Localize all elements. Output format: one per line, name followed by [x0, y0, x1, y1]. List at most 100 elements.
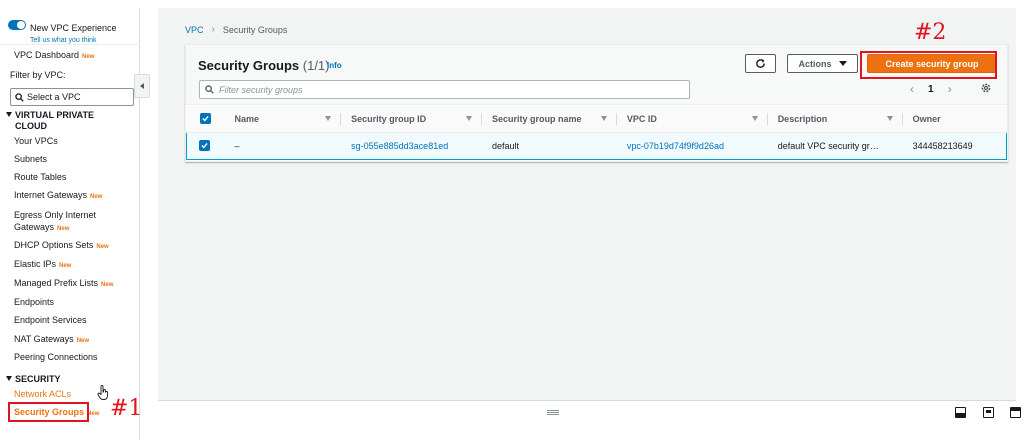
sort-caret-icon — [886, 116, 893, 122]
sidebar-item-internet-gateways[interactable]: Internet Gateways New — [14, 190, 102, 200]
column-label: Description — [777, 113, 828, 124]
sidebar-item-label: Route Tables — [14, 172, 67, 182]
info-link[interactable]: Info — [327, 61, 342, 70]
split-bottom-icon[interactable] — [955, 407, 966, 418]
page-number[interactable]: 1 — [928, 84, 934, 95]
row-select-cell[interactable] — [186, 131, 221, 160]
settings-gear-icon[interactable] — [980, 82, 992, 94]
sidebar-item-endpoint-services[interactable]: Endpoint Services — [14, 315, 87, 325]
refresh-button[interactable] — [745, 54, 776, 73]
search-icon — [205, 85, 214, 94]
collapse-arrow-icon — [140, 83, 144, 89]
filter-security-groups-search[interactable] — [199, 80, 690, 99]
sidebar-item-label: Your VPCs — [14, 136, 58, 146]
collapse-navigation-button[interactable] — [134, 74, 150, 98]
column-header-security-group-name[interactable]: Security group name — [481, 106, 617, 133]
cell-text: 344458213649 — [912, 140, 973, 151]
chevron-right-icon: › — [211, 24, 215, 35]
sidebar-item-dhcp-options-sets[interactable]: DHCP Options Sets New — [14, 240, 109, 250]
sidebar-item-nat-gateways[interactable]: NAT Gateways New — [14, 334, 89, 344]
sidebar-item-label: DHCP Options Sets — [14, 240, 94, 250]
column-header-security-group-id[interactable]: Security group ID — [341, 106, 482, 133]
section-virtual-private-cloud[interactable]: VIRTUAL PRIVATE CLOUD — [6, 110, 94, 132]
breadcrumb: VPC › Security Groups — [185, 24, 287, 35]
toggle-switch-icon[interactable] — [8, 20, 26, 30]
section-security[interactable]: SECURITY — [6, 374, 61, 385]
drag-handle-icon[interactable] — [547, 410, 559, 415]
cell-vpc-id[interactable]: vpc-07b19d74f9f9d26ad — [616, 131, 768, 160]
caret-down-icon — [838, 61, 847, 66]
sidebar-item-route-tables[interactable]: Route Tables — [14, 172, 66, 182]
annotation-box-2 — [860, 51, 997, 79]
split-side-icon[interactable] — [983, 407, 994, 418]
search-icon — [15, 92, 24, 102]
pagination: ‹ 1 › — [910, 82, 952, 96]
vpc-filter-placeholder: Select a VPC — [27, 92, 81, 102]
sidebar-item-label: Endpoints — [14, 297, 55, 307]
sidebar-item-label: Subnets — [14, 154, 48, 164]
cell-description: default VPC security gr… — [767, 131, 903, 160]
column-header-description[interactable]: Description — [767, 106, 903, 133]
sidebar-item-elastic-ips[interactable]: Elastic IPs New — [14, 259, 71, 269]
column-label: Security group name — [491, 113, 582, 124]
new-badge: New — [96, 244, 109, 250]
cell-text: default VPC security gr… — [777, 140, 879, 151]
sidebar-item-vpc-dashboard[interactable]: VPC Dashboard New — [14, 50, 94, 60]
security-group-id-link[interactable]: sg-055e885dd3ace81ed — [351, 141, 448, 151]
panel-title-text: Security Groups — [198, 58, 300, 73]
split-panel-bar — [158, 400, 1021, 424]
column-header-name[interactable]: Name — [220, 106, 342, 133]
annotation-box-1 — [8, 402, 89, 422]
cell-security-group-name: default — [481, 131, 617, 160]
select-all-header[interactable] — [186, 106, 221, 133]
sidebar-item-label: Elastic IPs — [14, 259, 57, 269]
search-input[interactable] — [219, 84, 679, 95]
new-badge: New — [82, 54, 95, 60]
column-header-vpc-id[interactable]: VPC ID — [616, 106, 768, 133]
caret-down-icon — [6, 112, 12, 117]
checkbox-checked-icon[interactable] — [199, 113, 211, 125]
new-vpc-experience-title: New VPC Experience — [30, 23, 117, 33]
section-label: SECURITY — [15, 374, 61, 384]
new-badge: New — [57, 226, 70, 232]
vpc-id-link[interactable]: vpc-07b19d74f9f9d26ad — [627, 141, 724, 151]
checkbox-checked-icon[interactable] — [199, 140, 210, 151]
section-label: VIRTUAL PRIVATE — [15, 110, 95, 120]
cell-security-group-id[interactable]: sg-055e885dd3ace81ed — [341, 131, 482, 160]
sort-caret-icon — [465, 116, 472, 122]
annotation-label-1: #1 — [110, 396, 143, 421]
annotation-label-2: #2 — [914, 20, 947, 45]
cell-text: default — [491, 140, 520, 151]
chevron-right-icon[interactable]: › — [948, 82, 952, 96]
new-badge: New — [90, 194, 103, 200]
divider — [0, 44, 140, 45]
sidebar-item-peering-connections[interactable]: Peering Connections — [14, 352, 98, 362]
caret-down-icon — [6, 376, 12, 381]
sidebar-item-subnets[interactable]: Subnets — [14, 154, 47, 164]
sort-caret-icon — [325, 116, 332, 122]
sidebar-item-endpoints[interactable]: Endpoints — [14, 297, 54, 307]
breadcrumb-vpc[interactable]: VPC — [185, 25, 204, 35]
split-hide-icon[interactable] — [1010, 407, 1021, 418]
table-header-row: Name Security group ID Security group na… — [186, 106, 1007, 133]
new-badge: New — [101, 282, 114, 288]
refresh-icon — [756, 59, 765, 68]
cell-text: – — [234, 140, 240, 151]
column-label: VPC ID — [626, 113, 657, 124]
sort-caret-icon — [751, 116, 758, 122]
sidebar-item-managed-prefix-lists[interactable]: Managed Prefix Lists New — [14, 278, 113, 288]
table-row[interactable]: – sg-055e885dd3ace81ed default vpc-07b19… — [186, 131, 1007, 160]
new-badge: New — [76, 338, 90, 344]
section-label-line2: CLOUD — [15, 121, 47, 131]
column-header-owner[interactable]: Owner — [902, 106, 1007, 133]
sidebar-item-label: NAT Gateways — [14, 334, 74, 344]
sidebar-item-your-vpcs[interactable]: Your VPCs — [14, 136, 58, 146]
vpc-filter-select[interactable]: Select a VPC — [10, 88, 134, 106]
sidebar-item-label: Endpoint Services — [14, 315, 87, 325]
sidebar-item-network-acls[interactable]: Network ACLs — [14, 389, 71, 399]
sidebar-item-egress-only-internet-gateways[interactable]: Egress Only Internet Gateways New — [14, 209, 96, 235]
chevron-left-icon[interactable]: ‹ — [910, 82, 914, 96]
security-groups-table: Name Security group ID Security group na… — [186, 106, 1007, 160]
actions-dropdown-button[interactable]: Actions — [787, 54, 858, 73]
cell-name: – — [220, 131, 342, 160]
